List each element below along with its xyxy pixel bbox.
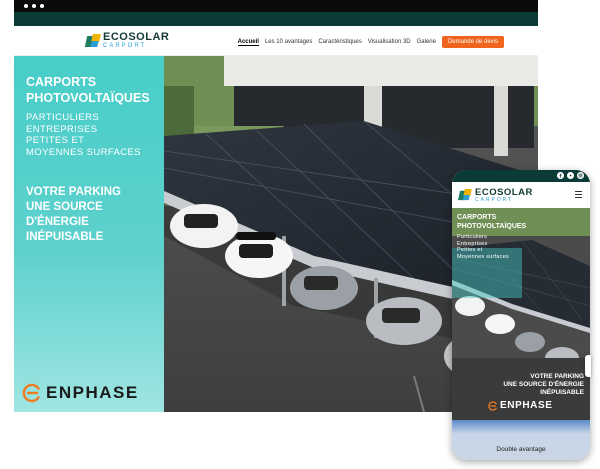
enphase-icon <box>22 383 41 403</box>
logo-tagline: CARPORT <box>475 196 514 203</box>
nav-item-caracteristiques[interactable]: Caractéristiques <box>318 39 361 45</box>
ecosolar-logo-icon <box>84 33 101 48</box>
nav-item-visualisation[interactable]: Visualisation 3D <box>368 39 411 45</box>
enphase-wordmark: ENPHASE <box>46 383 139 402</box>
main-nav: Accueil Les 10 avantages Caractéristique… <box>237 36 504 48</box>
enphase-logo: ENPHASE <box>22 383 139 403</box>
nav-item-accueil[interactable]: Accueil <box>237 39 259 46</box>
double-avantage-heading: Double avantage <box>496 446 546 453</box>
site-header: ECOSOLAR CARPORT Accueil Les 10 avantage… <box>14 26 538 56</box>
quote-request-button[interactable]: Demande de devis <box>441 36 504 48</box>
nav-item-galerie[interactable]: Galerie <box>417 39 436 45</box>
scroll-handle[interactable] <box>585 355 591 377</box>
stage: ECOSOLAR CARPORT Accueil Les 10 avantage… <box>0 0 600 469</box>
window-dot-icon <box>32 4 36 8</box>
window-dot-icon <box>24 4 28 8</box>
browser-title-bar <box>14 0 538 12</box>
social-links <box>557 172 584 179</box>
hero-slogan: VOTRE PARKING UNE SOURCE D'ÉNERGIE INÉPU… <box>26 186 121 243</box>
mobile-enphase-logo: ENPHASE <box>488 400 553 411</box>
hero-title: CARPORTS PHOTOVOLTAÏQUES <box>26 75 150 105</box>
mobile-top-strip <box>452 170 590 182</box>
hero-audience-list: PARTICULIERS ENTREPRISES PETITES ET MOYE… <box>26 112 142 158</box>
enphase-wordmark: ENPHASE <box>500 400 553 411</box>
mobile-hero-title: CARPORTS PHOTOVOLTAÏQUES <box>457 214 527 230</box>
ecosolar-logo[interactable]: ECOSOLAR CARPORT <box>84 31 170 49</box>
facebook-icon[interactable] <box>557 172 564 179</box>
mobile-hero-audience-list: Particuliers Entreprises Petites et Moye… <box>457 234 509 260</box>
mobile-preview: ECOSOLAR CARPORT CARPORTS PHOTOVOLTAÏQUE… <box>452 170 590 460</box>
window-dot-icon <box>40 4 44 8</box>
instagram-icon[interactable] <box>577 172 584 179</box>
mobile-hero: CARPORTS PHOTOVOLTAÏQUES Particuliers En… <box>452 208 590 420</box>
mobile-ecosolar-logo[interactable]: ECOSOLAR CARPORT <box>458 188 533 203</box>
mobile-hero-slogan: VOTRE PARKING UNE SOURCE D'ÉNERGIE INÉPU… <box>503 373 584 396</box>
hamburger-menu-icon[interactable] <box>575 191 582 198</box>
mobile-next-section: Double avantage <box>452 420 590 460</box>
ecosolar-logo-icon <box>458 189 472 201</box>
logo-tagline: CARPORT <box>103 43 147 49</box>
youtube-icon[interactable] <box>567 172 574 179</box>
top-strip <box>14 12 538 26</box>
logo-name: ECOSOLAR <box>103 31 170 43</box>
enphase-icon <box>488 400 498 411</box>
mobile-header: ECOSOLAR CARPORT <box>452 182 590 208</box>
nav-item-avantages[interactable]: Les 10 avantages <box>265 39 312 45</box>
hero-text-panel: CARPORTS PHOTOVOLTAÏQUES PARTICULIERS EN… <box>14 56 164 412</box>
